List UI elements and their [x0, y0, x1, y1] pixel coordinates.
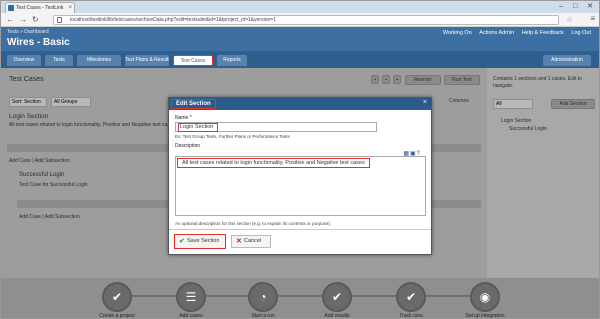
check-icon[interactable]: ✔: [322, 282, 352, 312]
tab-reports[interactable]: Reports: [217, 55, 247, 66]
workflow-step-label: Add results: [324, 313, 350, 319]
bookmark-star-icon[interactable]: ☆: [566, 15, 573, 24]
workflow-step-label: Set up integration: [465, 313, 505, 319]
user-menu-item[interactable]: Working On: [443, 30, 472, 36]
add-case-link[interactable]: Add Case | Add Subsection: [19, 214, 80, 220]
address-bar: ← → ↻ localhost/testlink/lib/testcases/a…: [1, 13, 599, 27]
tab-administration[interactable]: Administration: [543, 55, 591, 66]
name-value: Login Section: [178, 123, 219, 132]
dialog-divider: [169, 229, 431, 230]
dialog-title: Edit Section: [171, 99, 216, 109]
columns-label[interactable]: Columns: [449, 98, 469, 104]
page-title: Test Cases: [9, 76, 44, 83]
list-icon[interactable]: ☰: [176, 282, 206, 312]
tree-item-successful-login[interactable]: Successful Login: [509, 126, 547, 132]
check-icon[interactable]: ✔: [102, 282, 132, 312]
edit-section-dialog: Edit Section × Name * Login Section Ex: …: [168, 97, 432, 255]
run-test-button[interactable]: Run Test: [444, 75, 480, 85]
reload-icon[interactable]: ↻: [32, 15, 39, 25]
toolbar-icon[interactable]: ▪: [382, 75, 390, 84]
check-icon[interactable]: ✔: [396, 282, 426, 312]
checkmark-icon: ✔: [179, 238, 185, 245]
main-nav: Overview Tests Milestones Test Plans & R…: [1, 51, 599, 68]
cancel-button[interactable]: ✕ Cancel: [231, 235, 271, 248]
breadcrumb[interactable]: Tests » Dashboard: [7, 29, 49, 35]
browser-tab[interactable]: Test Cases - TestLink ×: [5, 2, 75, 13]
description-value: All test cases related to login function…: [177, 158, 370, 168]
integration-icon[interactable]: ◉: [470, 282, 500, 312]
workflow-footer: ✔ Create a project ☰ Add cases ◔ Start a…: [1, 278, 599, 319]
url-input[interactable]: localhost/testlink/lib/testcases/archive…: [53, 15, 559, 25]
tab-test-plans[interactable]: Test Plans & Results: [125, 55, 169, 66]
user-menu-item[interactable]: Log Out: [571, 30, 591, 36]
name-label: Name *: [175, 115, 192, 121]
project-title: Wires - Basic: [7, 37, 70, 48]
workflow-line: [117, 295, 487, 297]
browser-menu-icon[interactable]: ≡: [590, 14, 595, 23]
workflow-step-label: Add cases: [179, 313, 203, 319]
case-title: Successful Login: [19, 172, 65, 178]
toolbar-icon[interactable]: ▪: [371, 75, 379, 84]
name-hint: Ex: Test Group Tests, Further Plans or P…: [175, 134, 290, 139]
workflow-step-label: Create a project: [99, 313, 135, 319]
url-text: localhost/testlink/lib/testcases/archive…: [70, 17, 276, 23]
tab-test-cases[interactable]: Test Cases: [173, 55, 213, 66]
user-menu-item[interactable]: Help & Feedback: [522, 30, 564, 36]
tab-milestones[interactable]: Milestones: [77, 55, 121, 66]
workflow-step-label: Start a run: [251, 313, 275, 319]
browser-tab-bar: Test Cases - TestLink × – □ ✕: [1, 1, 599, 13]
back-icon[interactable]: ←: [6, 15, 14, 25]
cancel-icon: ✕: [236, 238, 242, 245]
sidebar: Contains 1 sections and 1 cases. Edit to…: [487, 68, 599, 278]
browser-tab-title: Test Cases - TestLink: [16, 5, 64, 11]
user-menu: Working On Actions Admin Help & Feedback…: [437, 30, 591, 36]
browser-window: Test Cases - TestLink × – □ ✕ ← → ↻ loca…: [0, 0, 600, 319]
dialog-header: Edit Section ×: [169, 98, 431, 110]
add-case-link[interactable]: Add Case | Add Subsection: [9, 158, 70, 164]
section-description: All test cases related to login function…: [9, 122, 176, 128]
description-hint: An optional description for this section…: [175, 221, 332, 226]
pie-icon[interactable]: ◔: [248, 282, 278, 312]
user-menu-item[interactable]: Actions Admin: [479, 30, 514, 36]
app-header: Tests » Dashboard Wires - Basic Working …: [1, 27, 599, 51]
tree-item-login-section[interactable]: Login Section: [501, 118, 531, 124]
tab-overview[interactable]: Overview: [7, 55, 41, 66]
reorder-button[interactable]: Reorder: [405, 75, 441, 85]
description-field[interactable]: All test cases related to login function…: [175, 156, 426, 216]
lock-icon: [57, 17, 62, 23]
group-select[interactable]: All Groups: [51, 97, 91, 107]
window-controls[interactable]: – □ ✕: [559, 2, 597, 10]
sidebar-filter-select[interactable]: All: [493, 99, 533, 109]
section-title: Login Section: [9, 113, 49, 120]
favicon-icon: [8, 5, 14, 11]
save-section-label: Save Section: [187, 238, 220, 244]
add-section-button[interactable]: Add Section: [551, 99, 595, 109]
tab-tests[interactable]: Tests: [45, 55, 73, 66]
workflow-step-label: Track runs: [399, 313, 423, 319]
close-icon[interactable]: ×: [423, 99, 427, 106]
toolbar-icon[interactable]: ▪: [393, 75, 401, 84]
cancel-label: Cancel: [244, 238, 262, 244]
name-field[interactable]: Login Section: [175, 122, 377, 132]
sidebar-summary: Contains 1 sections and 1 cases. Edit to…: [493, 76, 582, 89]
sort-select[interactable]: Sort: Section: [9, 97, 47, 107]
forward-icon[interactable]: →: [19, 15, 27, 25]
description-label: Description: [175, 143, 201, 149]
close-tab-icon[interactable]: ×: [68, 3, 72, 13]
save-section-button[interactable]: ✔ Save Section: [174, 234, 226, 249]
case-description: Test Case for Successful Login: [19, 182, 88, 188]
